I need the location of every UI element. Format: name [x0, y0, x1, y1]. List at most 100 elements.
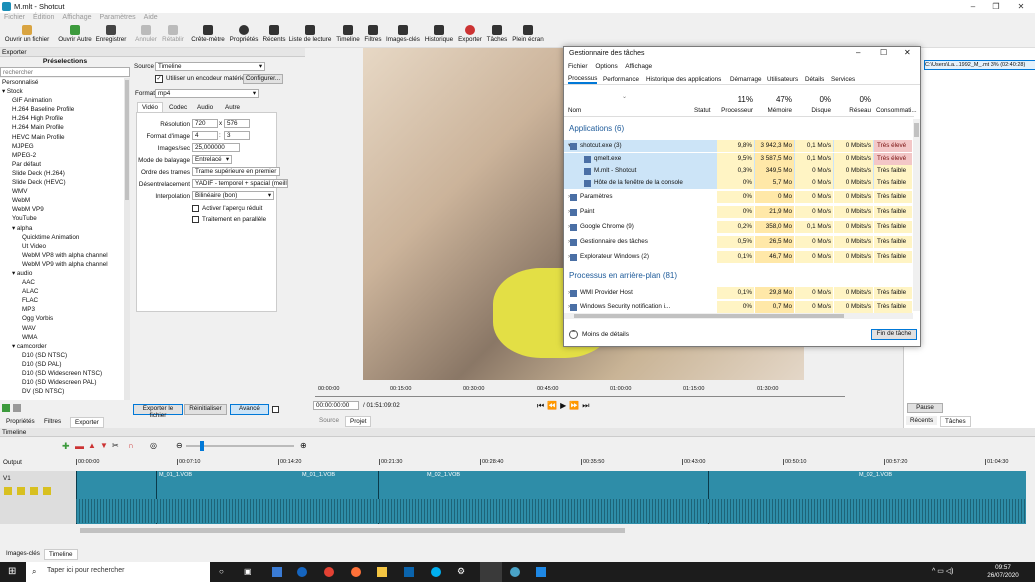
lock-icon[interactable]	[43, 487, 51, 495]
preset-item[interactable]: YouTube	[0, 214, 124, 223]
preset-list[interactable]: Personnalisé ▾ Stock GIF Animation H.264 Ba…	[0, 78, 124, 400]
preset-item[interactable]: AAC	[0, 278, 124, 287]
preset-item[interactable]: ALAC	[0, 287, 124, 296]
collapse-chevron-icon[interactable]: ⌃	[569, 330, 578, 339]
preset-item[interactable]: Slide Deck (HEVC)	[0, 178, 124, 187]
preset-item[interactable]: WMV	[0, 187, 124, 196]
append-icon[interactable]: ✚	[62, 441, 70, 452]
preset-item[interactable]: DV (SD NTSC)	[0, 387, 124, 396]
preset-item[interactable]: WMA	[0, 333, 124, 342]
taskmgr-taskbar-icon[interactable]	[480, 562, 502, 582]
open-other-button[interactable]: Ouvrir Autre	[55, 25, 95, 43]
preset-item[interactable]: D10 (SD NTSC)	[0, 351, 124, 360]
save-button[interactable]: Enregistrer	[94, 25, 128, 43]
preset-item[interactable]: WAV	[0, 324, 124, 333]
preset-item[interactable]: ▾ camcorder	[0, 342, 124, 351]
tm-tab-services[interactable]: Services	[831, 76, 855, 83]
timeline-toolbar[interactable]: ✚ ▬ ▲ ▼ ✂ ∩ ◎ ⊖ ⊕	[0, 440, 320, 452]
skype-icon[interactable]	[431, 567, 441, 577]
process-row[interactable]: M.mlt - Shotcut 0,3% 349,5 Mo 0 Mo/s 0 Mbits…	[564, 165, 912, 177]
timeline-button[interactable]: Timeline	[335, 25, 361, 43]
process-row[interactable]: ›Paramètres0%0 Mo0 Mo/s0 Mbits/sTrès fai…	[564, 191, 912, 203]
outlook-icon[interactable]	[404, 567, 414, 577]
tab-keyframes[interactable]: Images-clés	[2, 549, 44, 558]
preset-item[interactable]: H.264 Baseline Profile	[0, 105, 124, 114]
preset-item[interactable]: WebM	[0, 196, 124, 205]
advanced-button[interactable]: Avancé	[230, 404, 269, 415]
composite-icon[interactable]	[30, 487, 38, 495]
preset-item[interactable]: D10 (SD Widescreen NTSC)	[0, 369, 124, 378]
interpolation-select[interactable]: Bilinéaire (bon) ▾	[192, 191, 274, 200]
hw-encoder-checkbox[interactable]: ✓	[155, 75, 163, 83]
tab-codec[interactable]: Codec	[165, 103, 191, 112]
split-icon[interactable]: ✂	[112, 441, 119, 450]
tab-source[interactable]: Source	[315, 416, 343, 425]
aspect-num-input[interactable]: 4	[192, 131, 218, 140]
taskbar-search[interactable]: ⌕ Taper ici pour rechercher	[26, 562, 210, 582]
tray-icons[interactable]: ^ ▭ ◁)	[932, 567, 954, 575]
menu-edit[interactable]: Édition	[29, 13, 58, 22]
tab-timeline[interactable]: Timeline	[44, 549, 78, 560]
playlist-button[interactable]: Liste de lecture	[287, 25, 333, 43]
tab-recent[interactable]: Récents	[906, 416, 938, 425]
job-item[interactable]: C:\Users\La...1992_M_.mt 3% (02:40:28)	[924, 60, 1035, 70]
firefox-icon[interactable]	[351, 567, 361, 577]
tab-other[interactable]: Autre	[221, 103, 244, 112]
tm-tab-details[interactable]: Détails	[805, 76, 824, 83]
tab-filters[interactable]: Filtres	[40, 417, 65, 426]
preset-item[interactable]: D10 (SD PAL)	[0, 360, 124, 369]
cortana-icon[interactable]: ○	[219, 567, 224, 576]
process-row[interactable]: ›Gestionnaire des tâches0,5%26,5 Mo0 Mo/…	[564, 236, 912, 248]
advanced-checkbox[interactable]	[272, 406, 279, 413]
preset-item[interactable]: ▾ audio	[0, 269, 124, 278]
tab-properties[interactable]: Propriétés	[2, 417, 39, 426]
tm-minimize-button[interactable]: –	[856, 48, 860, 57]
tab-audio[interactable]: Audio	[193, 103, 217, 112]
video-track-v1[interactable]: M_01_1.VOB M_01_1.VOB M_02_1.VOB M_02_1.…	[76, 471, 1026, 524]
tm-horizontal-scrollbar[interactable]	[564, 313, 913, 319]
export-file-button[interactable]: Exporter le fichier	[133, 404, 183, 419]
peak-meter-button[interactable]: Crête-mètre	[190, 25, 226, 43]
task-view-icon[interactable]: ▣	[244, 567, 252, 576]
shotcut-taskbar-icon[interactable]	[510, 567, 520, 577]
tm-maximize-button[interactable]: ☐	[880, 48, 887, 57]
fewer-details-link[interactable]: Moins de détails	[582, 331, 629, 338]
pause-jobs-button[interactable]: Pause	[907, 403, 943, 413]
tm-tab-startup[interactable]: Démarrage	[730, 76, 762, 83]
zoom-out-icon[interactable]: ⊖	[176, 441, 183, 450]
transport-controls[interactable]: ⏮⏪▶⏩⏭	[537, 401, 592, 411]
process-row[interactable]: ›Paint0%21,9 Mo0 Mo/s0 Mbits/sTrès faibl…	[564, 206, 912, 218]
fps-input[interactable]: 25,000000	[192, 143, 240, 152]
resolution-width-input[interactable]: 720	[192, 119, 218, 128]
preset-item[interactable]: MJPEG	[0, 142, 124, 151]
ripple-icon[interactable]: ◎	[150, 441, 157, 450]
preset-item[interactable]: Ogg Vorbis	[0, 314, 124, 323]
edge-icon[interactable]	[297, 567, 307, 577]
tm-vertical-scrollbar[interactable]	[913, 119, 920, 311]
tm-tab-app-history[interactable]: Historique des applications	[646, 76, 721, 83]
preset-search-input[interactable]	[0, 67, 130, 77]
player-ruler[interactable]: 00:00:00 00:15:00 00:30:00 00:45:00 01:0…	[315, 384, 845, 397]
tab-project[interactable]: Projet	[345, 416, 372, 427]
preset-item[interactable]: Par défaut	[0, 160, 124, 169]
explorer-icon[interactable]	[377, 567, 387, 577]
history-button[interactable]: Historique	[423, 25, 455, 43]
preset-item[interactable]: D10 (SD Widescreen PAL)	[0, 378, 124, 387]
tm-menu-file[interactable]: Fichier	[568, 63, 588, 70]
tm-tab-performance[interactable]: Performance	[603, 76, 639, 83]
preset-item[interactable]: MP3	[0, 305, 124, 314]
menu-settings[interactable]: Paramètres	[95, 13, 139, 22]
aspect-den-input[interactable]: 3	[224, 131, 250, 140]
chrome-icon[interactable]	[324, 567, 334, 577]
preset-item[interactable]: ▾ Stock	[0, 87, 124, 96]
timeline-ruler[interactable]: 00:00:00 00:07:10 00:14:20 00:21:30 00:28:40…	[76, 459, 1026, 469]
add-preset-icon[interactable]	[2, 404, 10, 412]
format-select[interactable]: mp4 ▾	[155, 89, 259, 98]
keyframes-button[interactable]: Images-clés	[386, 25, 420, 43]
preset-item[interactable]: WebM VP8 with alpha channel	[0, 251, 124, 260]
end-task-button[interactable]: Fin de tâche	[871, 329, 917, 340]
preset-item[interactable]: MPEG-2	[0, 151, 124, 160]
preset-item[interactable]: GIF Animation	[0, 96, 124, 105]
preset-item[interactable]: FLAC	[0, 296, 124, 305]
undo-button[interactable]: Annuler	[133, 25, 159, 43]
